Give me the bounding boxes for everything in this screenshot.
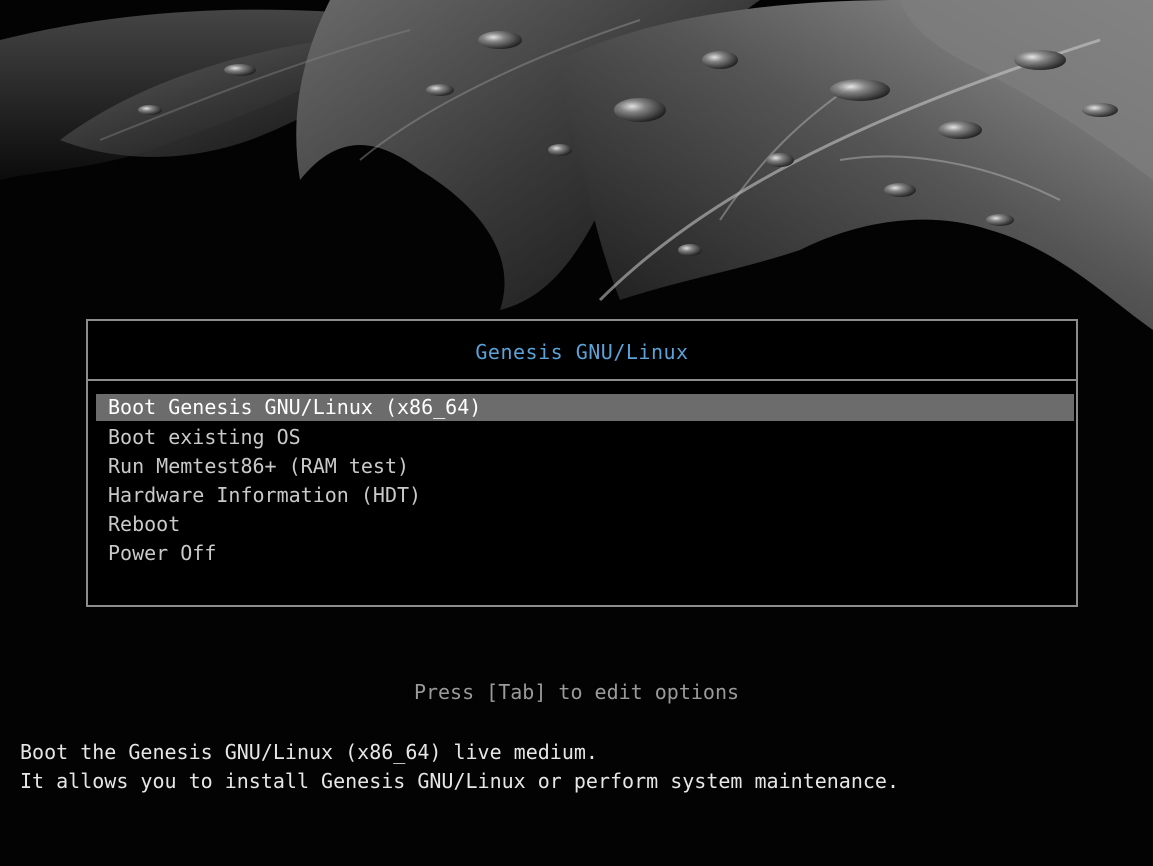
menu-item-reboot[interactable]: Reboot xyxy=(96,510,1074,539)
boot-screen: Genesis GNU/Linux Boot Genesis GNU/Linux… xyxy=(0,0,1153,866)
menu-item-power-off[interactable]: Power Off xyxy=(96,539,1074,568)
boot-menu: Genesis GNU/Linux Boot Genesis GNU/Linux… xyxy=(86,319,1078,607)
menu-item-hardware-info[interactable]: Hardware Information (HDT) xyxy=(96,481,1074,510)
help-line: Boot the Genesis GNU/Linux (x86_64) live… xyxy=(20,740,598,764)
help-line: It allows you to install Genesis GNU/Lin… xyxy=(20,769,899,793)
menu-item-memtest[interactable]: Run Memtest86+ (RAM test) xyxy=(96,452,1074,481)
menu-list: Boot Genesis GNU/Linux (x86_64) Boot exi… xyxy=(96,394,1074,568)
menu-item-boot-genesis[interactable]: Boot Genesis GNU/Linux (x86_64) xyxy=(96,394,1074,421)
menu-divider xyxy=(88,379,1076,381)
menu-title: Genesis GNU/Linux xyxy=(475,340,689,364)
help-text: Boot the Genesis GNU/Linux (x86_64) live… xyxy=(20,738,899,796)
edit-options-hint: Press [Tab] to edit options xyxy=(413,680,740,704)
menu-item-boot-existing-os[interactable]: Boot existing OS xyxy=(96,423,1074,452)
